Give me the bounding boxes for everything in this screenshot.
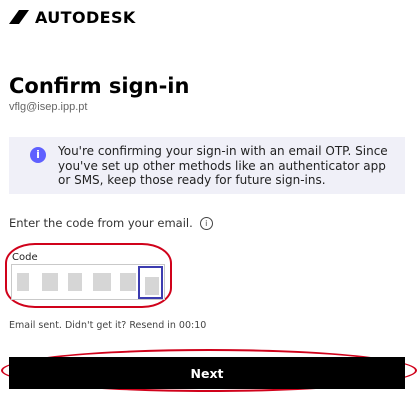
code-digit-5 [120, 273, 136, 291]
info-banner-text: You're confirming your sign-in with an e… [58, 144, 388, 187]
code-prompt: Enter the code from your email. i [9, 216, 213, 230]
code-digit-focused[interactable] [138, 266, 163, 299]
autodesk-logo-icon [9, 10, 29, 24]
code-prompt-text: Enter the code from your email. [9, 216, 193, 230]
info-banner: i You're confirming your sign-in with an… [9, 137, 405, 194]
brand-name: AUTODESK [35, 7, 136, 27]
code-digit-4 [93, 273, 111, 291]
help-icon[interactable]: i [199, 216, 213, 230]
page-title: Confirm sign-in [9, 74, 190, 98]
brand-header: AUTODESK [9, 7, 136, 27]
info-icon: i [30, 147, 46, 163]
code-digit-2 [42, 273, 58, 291]
code-digit-1 [17, 273, 29, 291]
code-field-label: Code [12, 252, 38, 263]
code-digit-3 [68, 273, 82, 291]
resend-status: Email sent. Didn't get it? Resend in 00:… [9, 320, 207, 331]
account-email: vflg@isep.ipp.pt [9, 101, 88, 113]
code-digit-6 [145, 277, 159, 295]
next-button[interactable]: Next [9, 357, 405, 389]
